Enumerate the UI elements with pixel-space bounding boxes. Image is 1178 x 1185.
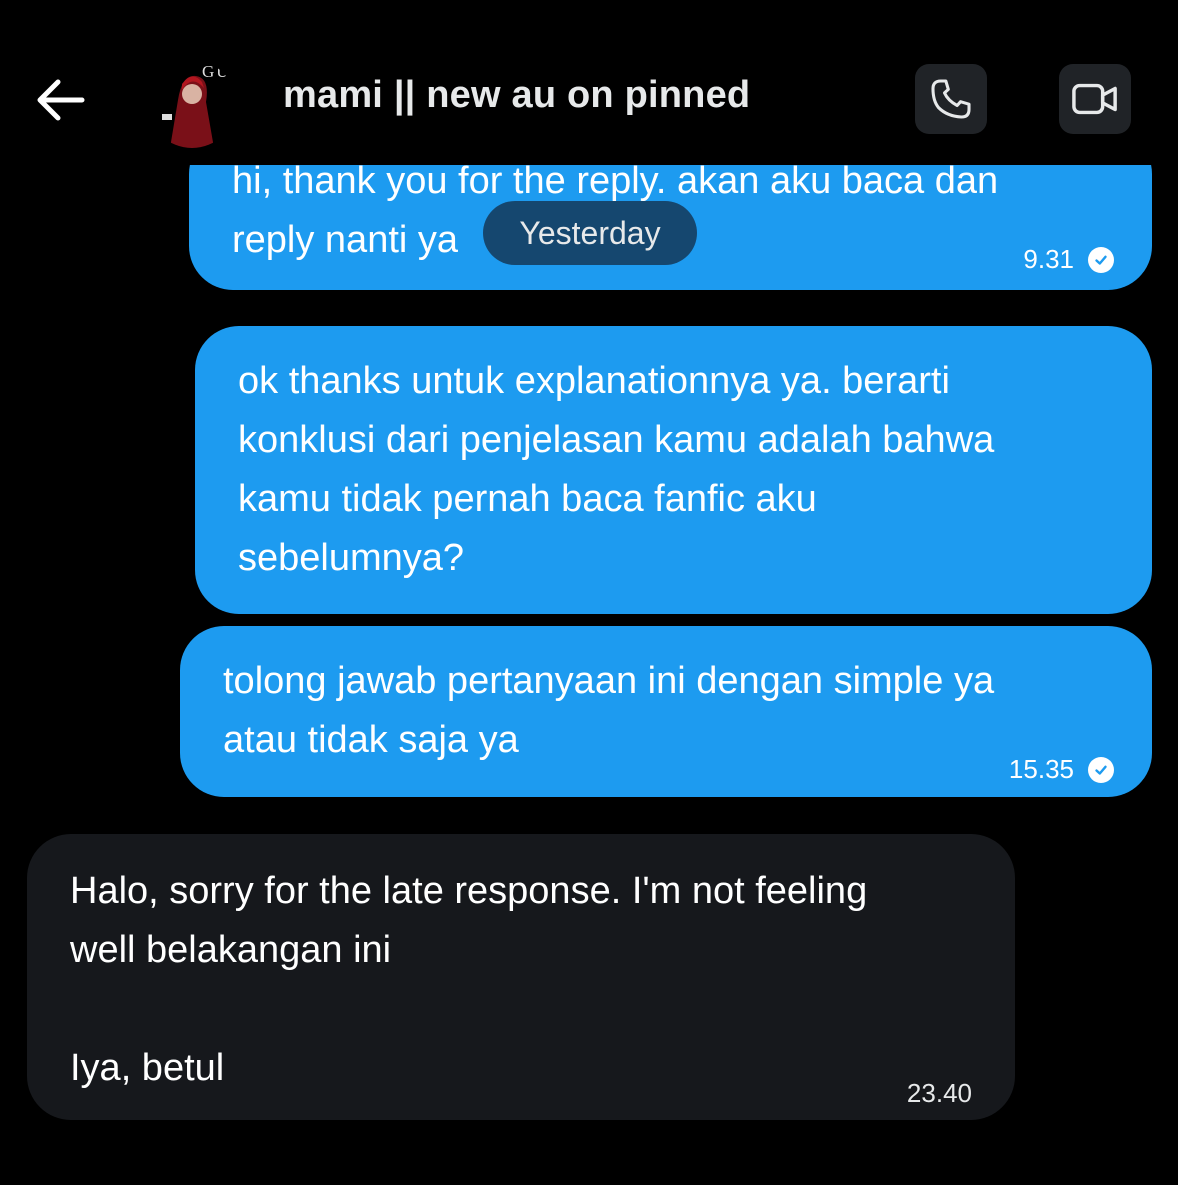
message-text: tolong jawab pertanyaan ini dengan simpl… <box>223 660 995 761</box>
message-text: ok thanks untuk explanationnya ya. berar… <box>238 360 995 579</box>
message-bubble-outgoing[interactable]: ok thanks untuk explanationnya ya. berar… <box>195 326 1152 614</box>
video-call-button[interactable] <box>1059 64 1131 134</box>
message-time: 15.35 <box>1008 754 1074 784</box>
message-meta: 15.35 <box>1009 740 1114 799</box>
chat-header: GU mami || new au on pinned <box>0 0 1178 165</box>
message-bubble-incoming[interactable]: Halo, sorry for the late response. I'm n… <box>27 834 1015 1120</box>
message-meta: 23.40 <box>907 1064 972 1123</box>
read-check-icon <box>1088 246 1114 273</box>
chat-title[interactable]: mami || new au on pinned <box>283 74 750 117</box>
date-separator: Yesterday <box>483 201 697 265</box>
message-text: Halo, sorry for the late response. I'm n… <box>70 870 868 1089</box>
message-bubble-outgoing[interactable]: tolong jawab pertanyaan ini dengan simpl… <box>180 626 1152 797</box>
voice-call-button[interactable] <box>915 64 987 134</box>
message-time: 9.31 <box>1023 244 1074 274</box>
avatar[interactable]: GU <box>148 60 236 148</box>
avatar-logo-text: GU <box>202 62 231 81</box>
phone-icon <box>931 79 971 119</box>
arrow-left-icon <box>37 79 85 121</box>
back-button[interactable] <box>30 72 90 128</box>
read-check-icon <box>1088 756 1114 783</box>
video-camera-icon <box>1072 83 1117 115</box>
message-time: 23.40 <box>906 1078 972 1108</box>
message-meta: 9.31 <box>1023 230 1114 289</box>
